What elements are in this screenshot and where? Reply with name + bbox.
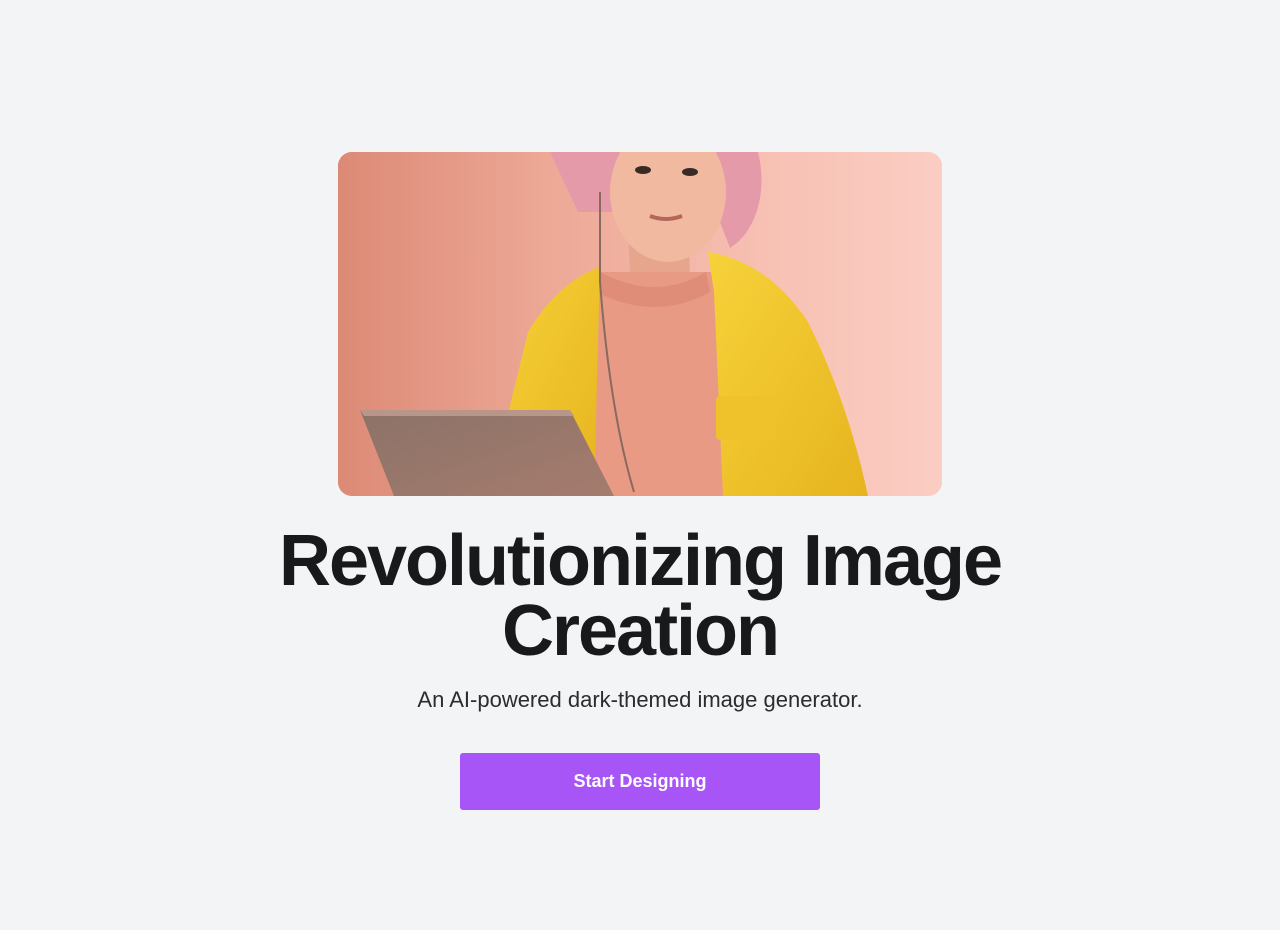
landing-page: Revolutionizing Image Creation An AI-pow…	[0, 0, 1280, 930]
hero-image	[338, 152, 942, 496]
portrait-photo-icon	[338, 152, 942, 496]
hero-headline: Revolutionizing Image Creation	[278, 521, 1003, 671]
start-designing-button[interactable]: Start Designing	[460, 753, 820, 810]
hero-subtitle: An AI-powered dark-themed image generato…	[417, 687, 863, 712]
